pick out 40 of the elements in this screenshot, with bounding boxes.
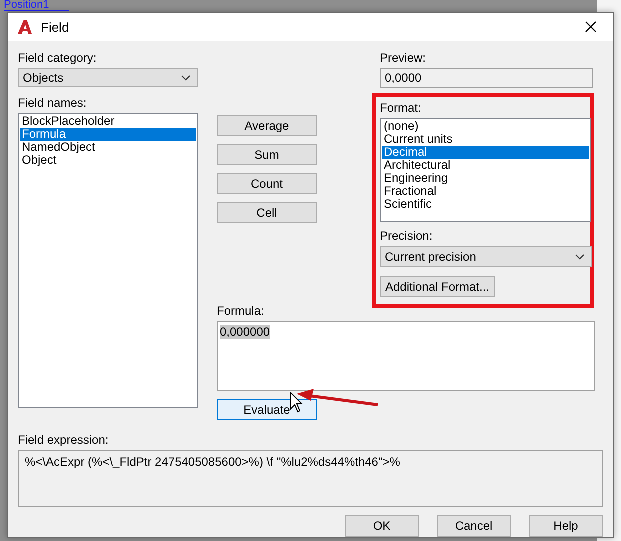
- evaluate-button[interactable]: Evaluate: [217, 399, 317, 420]
- list-item[interactable]: Current units: [382, 133, 589, 146]
- formula-field[interactable]: 0,000000: [217, 321, 595, 391]
- list-item[interactable]: BlockPlaceholder: [20, 115, 196, 128]
- field-label: Formula:: [217, 304, 266, 318]
- field-label: Field names:: [18, 96, 88, 110]
- formula-text: 0,000000: [220, 325, 270, 339]
- chevron-down-icon: [575, 254, 585, 260]
- close-icon: [585, 21, 597, 33]
- list-item[interactable]: Decimal: [382, 146, 589, 159]
- list-item[interactable]: Engineering: [382, 172, 589, 185]
- drawing-label: Position1: [4, 0, 70, 11]
- function-button[interactable]: Average: [217, 115, 317, 136]
- additional-format-button[interactable]: Additional Format...: [380, 276, 495, 297]
- list-item[interactable]: Object: [20, 154, 196, 167]
- list-item[interactable]: Formula: [20, 128, 196, 141]
- function-button[interactable]: Cell: [217, 202, 317, 223]
- field-label: Precision:: [380, 229, 434, 243]
- precision-dropdown[interactable]: Current precision: [380, 246, 592, 267]
- list-item[interactable]: (none): [382, 120, 589, 133]
- dialog-button[interactable]: Cancel: [437, 515, 511, 537]
- dialog-button[interactable]: Help: [529, 515, 603, 537]
- list-item[interactable]: Scientific: [382, 198, 589, 211]
- expression-field: %<\AcExpr (%<\_FldPtr 2475405085600>%) \f "%lu2%ds44%th46">%: [18, 450, 603, 507]
- field-label: Field category:: [18, 51, 98, 65]
- preview-field: 0,0000: [380, 68, 593, 88]
- list-item[interactable]: NamedObject: [20, 141, 196, 154]
- list-item[interactable]: Fractional: [382, 185, 589, 198]
- chevron-down-icon: [181, 74, 191, 80]
- category-dropdown[interactable]: Objects: [18, 68, 198, 87]
- app-logo-icon: [17, 19, 33, 35]
- field-label: Preview:: [380, 51, 428, 65]
- function-button[interactable]: Sum: [217, 144, 317, 165]
- list-item[interactable]: Architectural: [382, 159, 589, 172]
- field-label: Format:: [380, 101, 422, 115]
- dialog-button[interactable]: OK: [345, 515, 419, 537]
- cursor-icon: [290, 392, 304, 413]
- function-button[interactable]: Count: [217, 173, 317, 194]
- window-title: Field: [41, 20, 70, 34]
- field-label: Field expression:: [18, 433, 110, 447]
